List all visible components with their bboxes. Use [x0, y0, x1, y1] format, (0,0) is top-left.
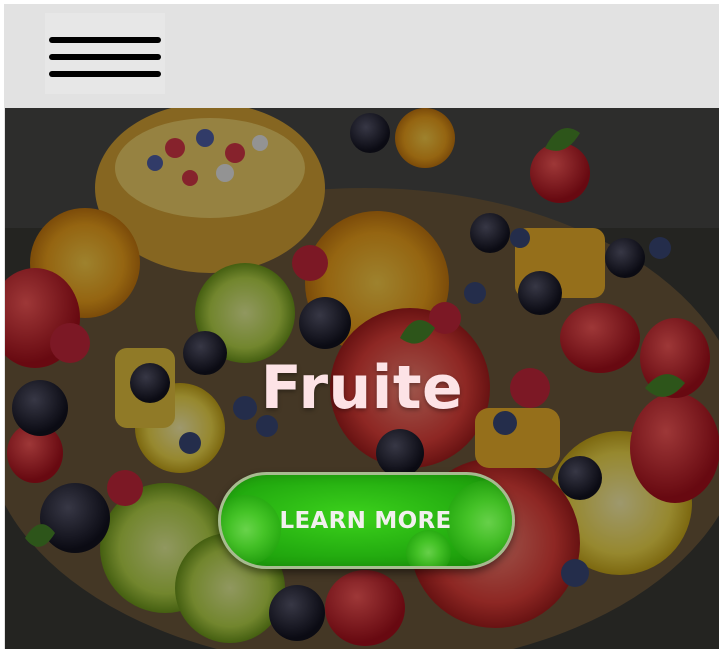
- hamburger-menu-button[interactable]: [45, 13, 165, 94]
- hero-title: Fruite: [260, 353, 464, 423]
- learn-more-button[interactable]: LEARN MORE: [218, 472, 515, 569]
- hamburger-menu-icon-middle: [49, 54, 161, 60]
- page-frame: Fruite LEARN MORE: [4, 4, 719, 649]
- hamburger-menu-icon-bottom: [49, 71, 161, 77]
- hero-banner: Fruite LEARN MORE: [5, 108, 719, 649]
- site-header: [4, 4, 719, 108]
- learn-more-label: LEARN MORE: [279, 507, 452, 534]
- hamburger-menu-icon: [49, 37, 161, 43]
